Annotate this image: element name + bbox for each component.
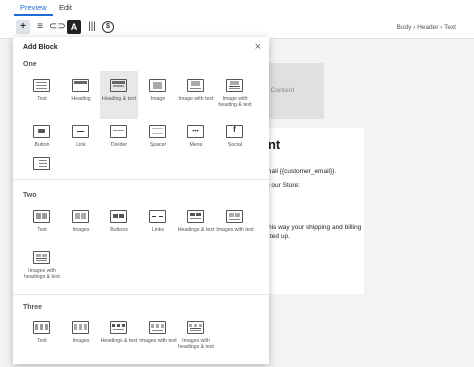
two-headings-text-icon <box>187 210 204 223</box>
block-two-buttons[interactable]: Buttons <box>100 206 138 250</box>
two-text-icon <box>33 210 50 223</box>
editor-tabs: Preview Edit <box>0 0 474 16</box>
text-block-icon <box>33 79 50 92</box>
two-images-text-icon <box>226 210 243 223</box>
divider-block-icon <box>110 125 127 138</box>
image-heading-text-block-icon <box>226 79 243 92</box>
section-title-two: Two <box>23 192 37 199</box>
two-images-headings-text-icon <box>33 251 50 264</box>
link-icon[interactable]: ⊂⊃ <box>49 20 66 34</box>
email-text-line: his way your shipping and billing <box>268 224 362 231</box>
three-text-icon <box>33 321 50 334</box>
image-block-icon <box>149 79 166 92</box>
block-three-headings-text[interactable]: Headings & text <box>100 317 138 361</box>
spacer-block-icon <box>149 125 166 138</box>
tab-preview[interactable]: Preview <box>14 2 53 16</box>
image-text-block-icon <box>187 79 204 92</box>
add-block-panel: Add Block × One Text Heading Heading & t… <box>13 37 269 364</box>
two-images-icon <box>72 210 89 223</box>
block-three-text[interactable]: Text <box>23 317 61 361</box>
email-text-line: o our Store: <box>266 182 300 189</box>
block-heading[interactable]: Heading <box>62 75 100 119</box>
tab-edit[interactable]: Edit <box>53 2 78 14</box>
block-two-text[interactable]: Text <box>23 206 61 250</box>
heading-block-icon <box>72 79 89 92</box>
align-icon[interactable]: ≡ <box>33 20 47 34</box>
block-link[interactable]: Link <box>62 121 100 165</box>
block-image-heading-text[interactable]: Image with heading & text <box>216 75 254 119</box>
columns-icon[interactable]: ||| <box>85 20 99 34</box>
block-menu[interactable]: ••• Menu <box>177 121 215 165</box>
block-heading-text[interactable]: Heading & text <box>100 71 138 119</box>
toolbar: + ≡ ⊂⊃ A ||| $ Body › Header › Text <box>0 16 474 39</box>
two-buttons-icon <box>110 210 127 223</box>
close-icon[interactable]: × <box>255 41 261 53</box>
three-headings-text-icon <box>110 321 127 334</box>
block-three-images[interactable]: Images <box>62 317 100 361</box>
menu-block-icon: ••• <box>187 125 204 138</box>
block-two-images[interactable]: Images <box>62 206 100 250</box>
three-images-headings-text-icon <box>187 321 204 334</box>
block-two-images-text[interactable]: Images with text <box>216 206 254 250</box>
three-images-icon <box>72 321 89 334</box>
block-divider[interactable]: Divider <box>100 121 138 165</box>
block-image[interactable]: Image <box>139 75 177 119</box>
social-block-icon: f <box>226 125 243 138</box>
link-block-icon <box>72 125 89 138</box>
block-text[interactable]: Text <box>23 75 61 119</box>
section-divider <box>13 179 269 180</box>
block-three-images-text[interactable]: Images with text <box>139 317 177 361</box>
block-two-links[interactable]: Links <box>139 206 177 250</box>
block-two-images-headings-text[interactable]: Images with headings & text <box>23 247 61 297</box>
section-title-one: One <box>23 61 37 68</box>
list-block-icon <box>33 157 50 170</box>
text-style-icon[interactable]: A <box>67 20 81 34</box>
add-block-icon[interactable]: + <box>16 20 30 34</box>
block-list[interactable] <box>23 153 61 197</box>
two-links-icon <box>149 210 166 223</box>
section-divider <box>13 294 269 295</box>
heading-text-block-icon <box>110 79 127 92</box>
email-text-line: ted up. <box>270 233 290 240</box>
section-title-three: Three <box>23 304 43 311</box>
block-two-headings-text[interactable]: Headings & text <box>177 206 215 250</box>
block-social[interactable]: f Social <box>216 121 254 165</box>
three-images-text-icon <box>149 321 166 334</box>
block-spacer[interactable]: Spacer <box>139 121 177 165</box>
panel-title: Add Block <box>23 44 58 51</box>
dynamic-content-icon[interactable]: $ <box>102 21 114 33</box>
block-image-with-text[interactable]: Image with text <box>177 75 215 119</box>
button-block-icon <box>33 125 50 138</box>
block-three-images-headings-text[interactable]: Images with headings & text <box>177 317 215 361</box>
breadcrumb: Body › Header › Text <box>396 24 457 31</box>
